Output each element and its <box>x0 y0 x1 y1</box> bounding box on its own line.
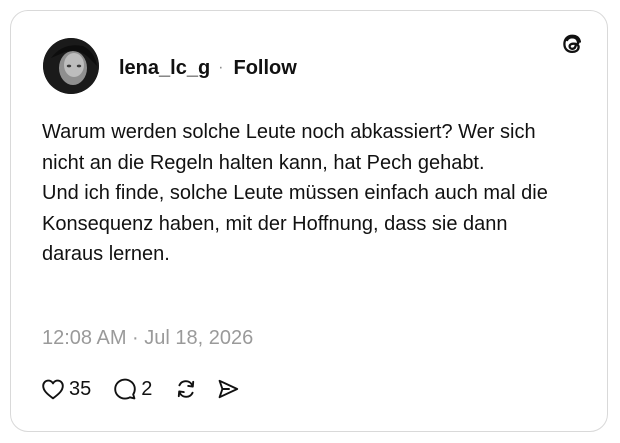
avatar-image <box>43 38 99 94</box>
post-header: lena_lc_g · Follow <box>119 55 297 81</box>
heart-icon <box>41 378 65 400</box>
repost-icon <box>174 377 198 401</box>
reply-button[interactable]: 2 <box>113 377 152 401</box>
like-count: 35 <box>69 377 92 400</box>
send-icon <box>216 377 240 401</box>
share-button[interactable] <box>216 377 240 401</box>
post-timestamp[interactable]: 12:08 AM · Jul 18, 2026 <box>42 327 253 350</box>
post-text: Warum werden solche Leute noch abkassier… <box>42 121 548 265</box>
repost-button[interactable] <box>174 377 198 401</box>
threads-logo-icon[interactable] <box>559 31 585 57</box>
avatar[interactable] <box>43 38 99 94</box>
comment-bubble-icon <box>113 377 137 401</box>
reply-count: 2 <box>141 377 153 400</box>
threads-post-card: lena_lc_g · Follow Warum werden solche L… <box>10 10 608 432</box>
post-actions: 35 2 <box>41 375 258 403</box>
header-separator: · <box>218 59 224 76</box>
like-button[interactable]: 35 <box>41 378 91 401</box>
follow-button[interactable]: Follow <box>234 57 297 80</box>
username[interactable]: lena_lc_g <box>119 57 210 80</box>
